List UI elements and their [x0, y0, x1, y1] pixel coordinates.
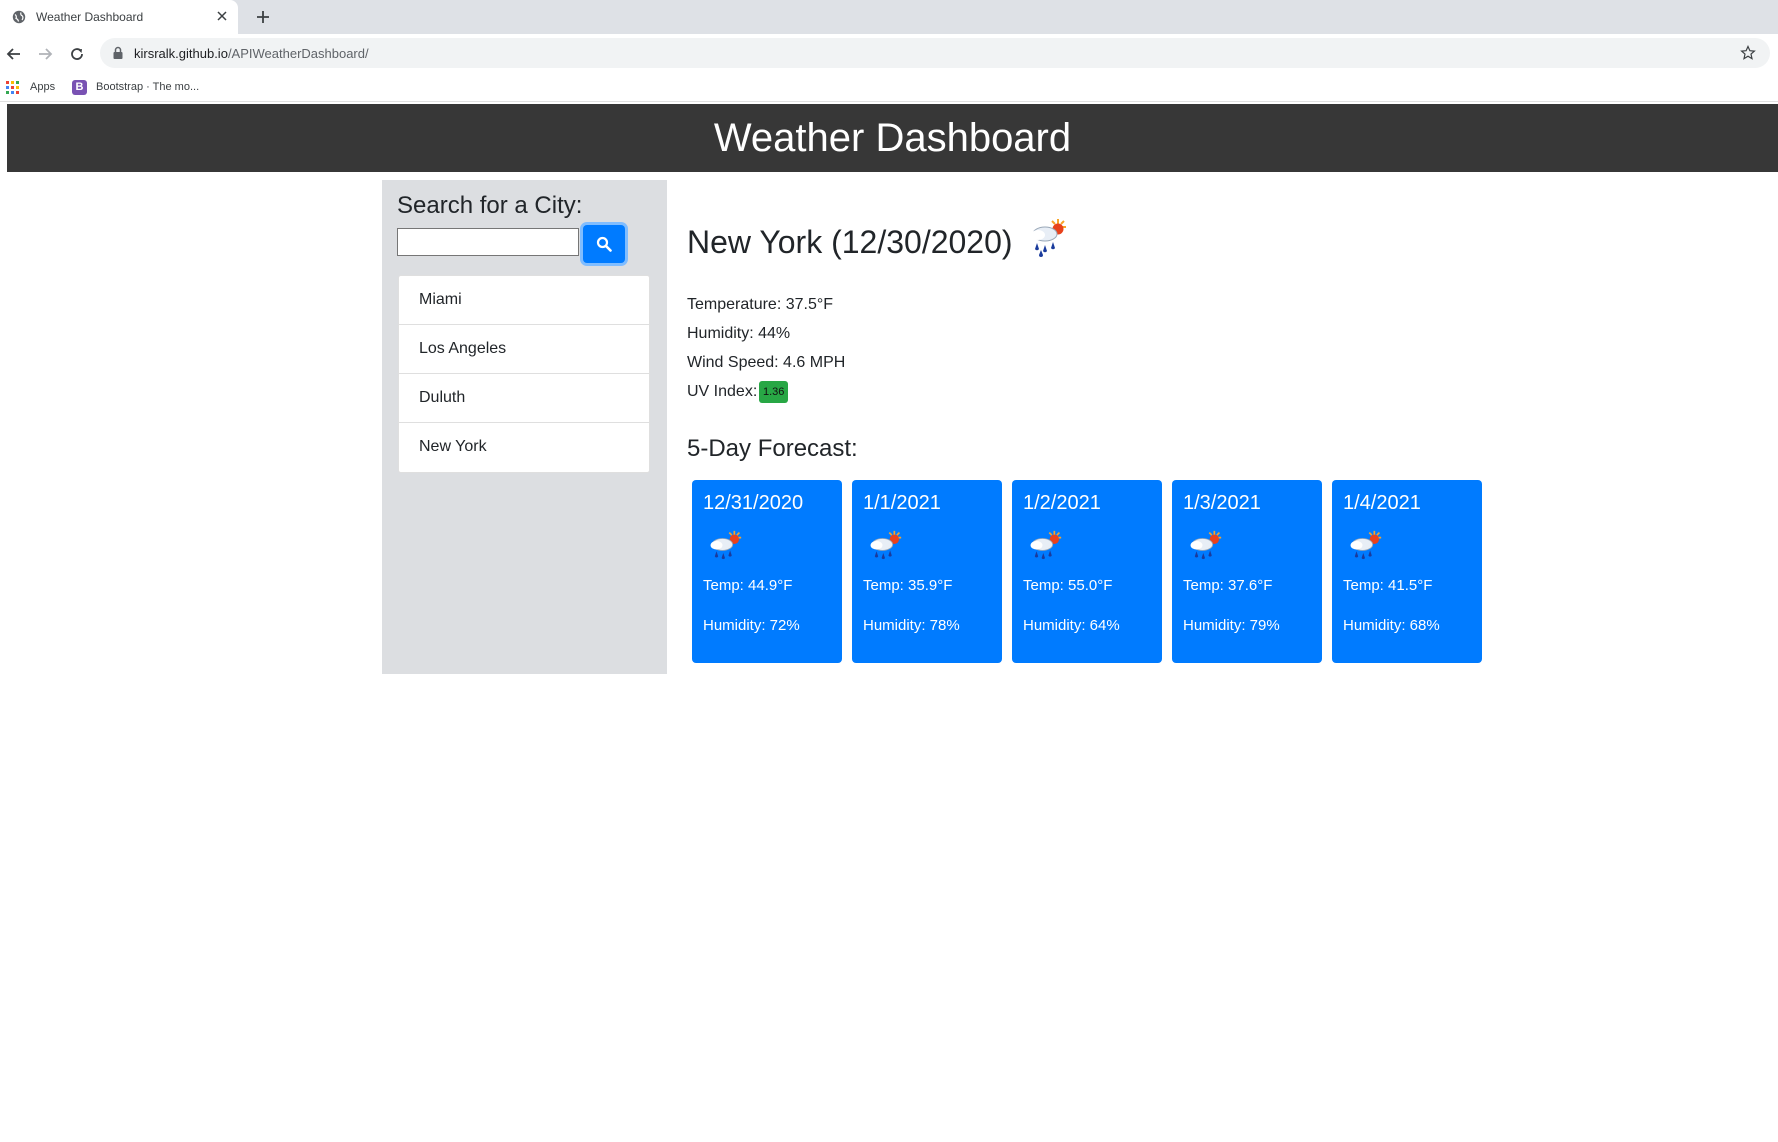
url-host: kirsralk.github.io: [134, 46, 228, 61]
forecast-humidity: Humidity: 79%: [1183, 617, 1280, 634]
forecast-temp: Temp: 37.6°F: [1183, 577, 1273, 594]
lock-icon[interactable]: [112, 46, 124, 60]
city-item-los-angeles[interactable]: Los Angeles: [399, 325, 649, 374]
page-title: Weather Dashboard: [713, 116, 1072, 160]
globe-icon: [12, 10, 26, 24]
search-sidebar: Search for a City: Miami Los Angeles Dul…: [382, 180, 667, 674]
forecast-card: 1/1/2021 Temp: 35.9°F Humidity: 78%: [852, 480, 1002, 663]
current-temperature: Temperature: 37.5°F: [687, 296, 834, 313]
uv-index-badge: 1.36: [759, 381, 789, 403]
forecast-humidity: Humidity: 72%: [703, 617, 800, 634]
url-text: kirsralk.github.io/APIWeatherDashboard/: [134, 46, 369, 61]
address-bar[interactable]: kirsralk.github.io/APIWeatherDashboard/: [100, 38, 1770, 68]
current-wind-speed: Wind Speed: 4.6 MPH: [687, 354, 846, 371]
search-button[interactable]: [583, 225, 625, 263]
forecast-card: 1/3/2021 Temp: 37.6°F Humidity: 79%: [1172, 480, 1322, 663]
city-search-input[interactable]: [397, 228, 579, 256]
city-history-list: Miami Los Angeles Duluth New York: [398, 275, 650, 473]
forecast-temp: Temp: 55.0°F: [1023, 577, 1113, 594]
page-header: Weather Dashboard: [7, 104, 1778, 172]
bookmark-star-icon[interactable]: [1740, 45, 1756, 61]
city-item-new-york[interactable]: New York: [399, 423, 649, 472]
uv-index-label: UV Index:: [687, 383, 758, 400]
rain-sun-icon: [1031, 219, 1066, 257]
new-tab-plus-icon[interactable]: [254, 8, 272, 26]
tab-title: Weather Dashboard: [36, 10, 144, 24]
reload-icon[interactable]: [68, 45, 86, 63]
forecast-card: 12/31/2020 Temp: 44.9°F Humidity: 72%: [692, 480, 842, 663]
search-heading: Search for a City:: [397, 192, 583, 219]
bookmark-label: Bootstrap · The mo...: [96, 81, 200, 93]
forecast-card: 1/2/2021 Temp: 55.0°F Humidity: 64%: [1012, 480, 1162, 663]
forecast-temp: Temp: 41.5°F: [1343, 577, 1433, 594]
apps-grid-icon: [6, 81, 19, 94]
browser-toolbar: kirsralk.github.io/APIWeatherDashboard/: [0, 34, 1778, 72]
current-uv-row: UV Index: 1.36: [687, 381, 789, 403]
close-icon[interactable]: [214, 8, 230, 24]
browser-tab[interactable]: Weather Dashboard: [0, 0, 238, 34]
forecast-date: 1/1/2021: [863, 492, 941, 514]
search-icon: [596, 236, 612, 252]
forecast-humidity: Humidity: 68%: [1343, 617, 1440, 634]
bootstrap-icon: B: [72, 80, 87, 95]
current-city-heading: New York (12/30/2020): [687, 224, 1013, 260]
bookmarks-bar: Apps B Bootstrap · The mo...: [0, 72, 1778, 102]
url-path: /APIWeatherDashboard/: [227, 46, 369, 61]
forecast-date: 1/2/2021: [1023, 492, 1101, 514]
forecast-date: 12/31/2020: [703, 492, 804, 514]
rain-sun-icon: [1190, 530, 1222, 560]
rain-sun-icon: [1030, 530, 1062, 560]
forecast-humidity: Humidity: 78%: [863, 617, 960, 634]
tab-strip: Weather Dashboard: [0, 0, 1778, 34]
forecast-temp: Temp: 44.9°F: [703, 577, 793, 594]
back-arrow-icon[interactable]: [5, 45, 23, 63]
city-item-duluth[interactable]: Duluth: [399, 374, 649, 423]
forecast-humidity: Humidity: 64%: [1023, 617, 1120, 634]
forecast-temp: Temp: 35.9°F: [863, 577, 953, 594]
current-humidity: Humidity: 44%: [687, 325, 791, 342]
forecast-date: 1/3/2021: [1183, 492, 1261, 514]
bookmark-label: Apps: [30, 81, 56, 93]
bookmark-apps[interactable]: Apps: [6, 78, 66, 96]
forward-arrow-icon[interactable]: [36, 45, 54, 63]
rain-sun-icon: [1350, 530, 1382, 560]
city-item-miami[interactable]: Miami: [399, 276, 649, 325]
rain-sun-icon: [870, 530, 902, 560]
forecast-date: 1/4/2021: [1343, 492, 1421, 514]
rain-sun-icon: [710, 530, 742, 560]
forecast-card: 1/4/2021 Temp: 41.5°F Humidity: 68%: [1332, 480, 1482, 663]
forecast-heading: 5-Day Forecast:: [687, 435, 858, 462]
bookmark-bootstrap[interactable]: B Bootstrap · The mo...: [72, 78, 222, 96]
